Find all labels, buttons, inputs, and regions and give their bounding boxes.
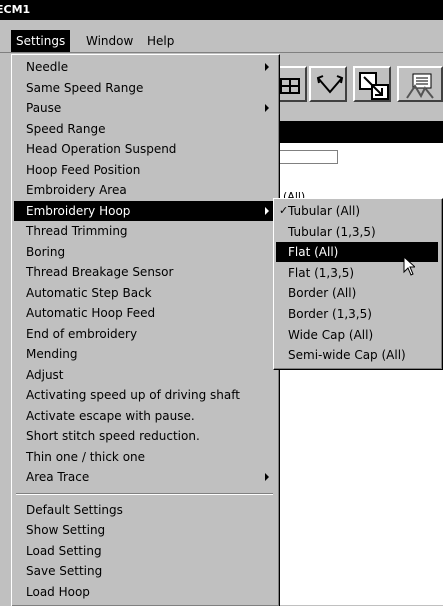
menu-item-thin-one-thick-one[interactable]: Thin one / thick one: [14, 447, 275, 467]
menu-item-same-speed-range[interactable]: Same Speed Range: [14, 78, 275, 98]
submenu-arrow-icon: [265, 206, 269, 215]
menu-item-label: Activating speed up of driving shaft: [26, 388, 240, 402]
hoop-option-label: Border (All): [288, 286, 357, 301]
menu-item-boring[interactable]: Boring: [14, 242, 275, 262]
menu-item-label: Thin one / thick one: [26, 449, 146, 464]
menu-item-label: Pause: [26, 101, 62, 115]
menu-item-label: Activate escape with pause.: [26, 408, 195, 423]
menu-item-label: Mending: [26, 347, 78, 361]
menu-item-default-settings[interactable]: Default Settings: [14, 500, 275, 520]
hoop-option-tubular-all[interactable]: ✓ Tubular (All): [276, 201, 438, 221]
menu-item-label: Head Operation Suspend: [26, 142, 177, 156]
child-window-field[interactable]: [276, 150, 338, 164]
submenu-arrow-icon: [265, 473, 269, 481]
menu-item-label: Default Settings: [26, 502, 123, 517]
menu-item-speed-range[interactable]: Speed Range: [14, 119, 275, 139]
menu-item-load-hoop[interactable]: Load Hoop: [14, 582, 275, 602]
menu-item-label: Area Trace: [26, 470, 90, 484]
title-bar: ECM1: [0, 0, 443, 20]
menu-item-save-setting[interactable]: Save Setting: [14, 561, 275, 581]
menu-item-label: Needle: [26, 60, 69, 74]
hoop-option-label: Border (1,3,5): [288, 307, 372, 321]
menu-item-pause[interactable]: Pause: [14, 98, 275, 118]
menu-item-activate-escape-with-pause[interactable]: Activate escape with pause.: [14, 406, 275, 426]
merge-button[interactable]: [309, 66, 347, 102]
settings-menu: Needle Same Speed Range Pause Speed Range He…: [11, 54, 280, 606]
reposition-icon: [359, 72, 389, 100]
menu-item-label: Save Setting: [26, 564, 103, 578]
menu-item-adjust[interactable]: Adjust: [14, 365, 275, 385]
embroidery-preview-icon: [406, 73, 434, 99]
menu-item-label: Same Speed Range: [26, 80, 144, 95]
menu-item-label: Automatic Hoop Feed: [26, 306, 156, 320]
menu-item-automatic-step-back[interactable]: Automatic Step Back: [14, 283, 275, 303]
menu-item-embroidery-hoop[interactable]: Embroidery Hoop: [14, 200, 275, 221]
menu-item-label: Thread Breakage Sensor: [26, 265, 174, 279]
menu-item-label: End of embroidery: [26, 326, 138, 341]
menu-item-label: Speed Range: [26, 121, 106, 136]
menu-bar: Settings Window Help: [0, 30, 443, 53]
menu-item-load-setting[interactable]: Load Setting: [14, 541, 275, 561]
menu-item-area-trace[interactable]: Area Trace: [14, 467, 275, 487]
embroidery-preview-button[interactable]: [397, 66, 443, 102]
hoop-option-wide-cap-all[interactable]: Wide Cap (All): [276, 325, 438, 345]
merge-icon: [316, 75, 344, 94]
reposition-button[interactable]: [353, 66, 391, 102]
menu-item-thread-breakage-sensor[interactable]: Thread Breakage Sensor: [14, 262, 275, 282]
menu-item-end-of-embroidery[interactable]: End of embroidery: [14, 324, 275, 344]
menu-item-automatic-hoop-feed[interactable]: Automatic Hoop Feed: [14, 303, 275, 323]
menu-item-label: Embroidery Area: [26, 183, 127, 197]
hoop-option-label: Flat (1,3,5): [288, 265, 355, 280]
hoop-option-tubular-1-3-5[interactable]: Tubular (1,3,5): [276, 222, 438, 242]
app-title: ECM1: [0, 3, 31, 16]
menu-item-head-operation-suspend[interactable]: Head Operation Suspend: [14, 139, 275, 159]
hoop-option-label: Wide Cap (All): [288, 327, 374, 342]
menu-item-label: Show Setting: [26, 523, 106, 537]
menu-settings[interactable]: Settings: [11, 30, 71, 52]
hoop-option-label: Tubular (All): [288, 204, 361, 218]
menu-item-label: Automatic Step Back: [26, 285, 152, 300]
submenu-arrow-icon: [265, 104, 269, 112]
checkmark-icon: ✓: [279, 204, 289, 217]
hoop-option-label: Semi-wide Cap (All): [288, 348, 406, 363]
menu-item-label: Load Setting: [26, 543, 102, 558]
menu-item-short-stitch-speed-reduction[interactable]: Short stitch speed reduction.: [14, 426, 275, 446]
embroidery-hoop-submenu: ✓ Tubular (All) Tubular (1,3,5) Flat (All) F…: [273, 198, 443, 370]
menu-item-activating-speed-up-of-driving-shaft[interactable]: Activating speed up of driving shaft: [14, 385, 275, 405]
hoop-option-semi-wide-cap-all[interactable]: Semi-wide Cap (All): [276, 345, 438, 365]
menu-item-thread-trimming[interactable]: Thread Trimming: [14, 221, 275, 241]
menu-separator: [16, 492, 273, 495]
submenu-arrow-icon: [265, 63, 269, 71]
hoop-option-label: Flat (All): [288, 245, 339, 260]
menu-item-needle[interactable]: Needle: [14, 57, 275, 77]
mouse-pointer-icon: [403, 256, 415, 276]
menu-item-label: Boring: [26, 244, 66, 259]
menu-item-show-setting[interactable]: Show Setting: [14, 520, 275, 540]
menu-item-label: Load Hoop: [26, 584, 90, 599]
hoop-option-border-1-3-5[interactable]: Border (1,3,5): [276, 304, 438, 324]
menu-item-label: Thread Trimming: [26, 224, 128, 238]
menu-help[interactable]: Help: [142, 30, 179, 52]
menu-item-label: Adjust: [26, 367, 64, 382]
menu-item-label: Short stitch speed reduction.: [26, 429, 200, 443]
child-window-titlebar: [270, 121, 443, 143]
menu-item-embroidery-area[interactable]: Embroidery Area: [14, 180, 275, 200]
menu-item-hoop-feed-position[interactable]: Hoop Feed Position: [14, 160, 275, 180]
menu-item-label: Embroidery Hoop: [26, 203, 131, 218]
menu-item-label: Hoop Feed Position: [26, 162, 141, 177]
hoop-option-label: Tubular (1,3,5): [288, 224, 376, 239]
hoop-option-border-all[interactable]: Border (All): [276, 283, 438, 303]
menu-item-mending[interactable]: Mending: [14, 344, 275, 364]
menu-window[interactable]: Window: [81, 30, 138, 52]
